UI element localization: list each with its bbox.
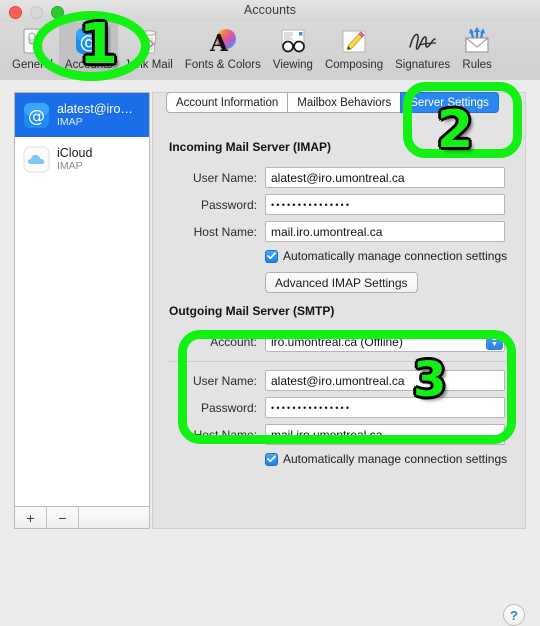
sidebar-footer-spacer: [79, 507, 149, 528]
outgoing-hostname-input[interactable]: mail.iro.umontreal.ca: [265, 424, 505, 445]
sidebar-account-icloud[interactable]: iCloud IMAP: [15, 137, 149, 181]
toolbar-item-composing[interactable]: Composing: [319, 22, 389, 77]
sidebar-account-type: IMAP: [57, 160, 83, 173]
toolbar-label-general: General: [12, 59, 53, 71]
add-account-button[interactable]: +: [15, 507, 47, 528]
preferences-toolbar: General @ Accounts Junk Mail A Fonts & C…: [0, 22, 540, 81]
incoming-password-label: Password:: [200, 197, 257, 212]
outgoing-auto-manage-checkbox[interactable]: Automatically manage connection settings: [265, 452, 507, 466]
outgoing-username-label: User Name:: [192, 373, 257, 388]
toolbar-label-junk-mail: Junk Mail: [124, 59, 173, 71]
sidebar-footer: + −: [14, 507, 150, 529]
incoming-auto-manage-checkbox[interactable]: Automatically manage connection settings: [265, 249, 507, 263]
sidebar-account-name: alatest@iro…: [57, 101, 133, 116]
chevron-updown-icon: ▲ ▼: [486, 333, 503, 350]
toolbar-label-composing: Composing: [324, 59, 384, 71]
outgoing-password-label: Password:: [200, 400, 257, 415]
incoming-hostname-label: Host Name:: [193, 224, 257, 239]
toolbar-item-signatures[interactable]: Signatures: [389, 22, 456, 77]
svg-text:@: @: [28, 106, 45, 126]
incoming-heading: Incoming Mail Server (IMAP): [169, 140, 332, 154]
outgoing-password-value: •••••••••••••••: [271, 402, 352, 413]
at-sign-account-icon: @: [74, 25, 104, 57]
svg-text:@: @: [79, 31, 98, 53]
incoming-username-label: User Name:: [192, 170, 257, 185]
pencil-composing-icon: [339, 25, 369, 57]
sidebar-account-alatest[interactable]: @ alatest@iro… IMAP: [15, 93, 149, 137]
signature-icon: [406, 25, 440, 57]
toolbar-item-rules[interactable]: Rules: [456, 22, 498, 77]
window-title: Accounts: [243, 3, 297, 17]
trash-junk-icon: [135, 25, 163, 57]
tab-account-information[interactable]: Account Information: [166, 92, 288, 113]
toolbar-label-accounts: Accounts: [64, 59, 113, 71]
font-colors-icon: A: [208, 25, 238, 57]
outgoing-hostname-label: Host Name:: [193, 427, 257, 442]
outgoing-account-label: Account:: [210, 334, 257, 349]
incoming-password-row: Password: •••••••••••••••: [169, 194, 513, 215]
toolbar-item-accounts[interactable]: @ Accounts: [58, 22, 119, 77]
outgoing-username-row: User Name: alatest@iro.umontreal.ca: [169, 370, 513, 391]
sidebar-account-name: iCloud: [57, 145, 93, 160]
sidebar-account-text: iCloud IMAP: [57, 146, 92, 172]
icloud-cloud-icon: [23, 145, 50, 173]
svg-text:A: A: [209, 30, 229, 56]
sidebar-account-type: IMAP: [57, 116, 83, 129]
account-settings-panel: Incoming Mail Server (IMAP) User Name: a…: [152, 92, 526, 529]
incoming-password-input[interactable]: •••••••••••••••: [265, 194, 505, 215]
incoming-auto-manage-label: Automatically manage connection settings: [283, 249, 508, 263]
mail-accounts-preferences-window: Accounts General @ Accounts Junk Mail A …: [0, 0, 540, 626]
remove-account-button[interactable]: −: [47, 507, 79, 528]
outgoing-password-row: Password: •••••••••••••••: [169, 397, 513, 418]
toolbar-item-junk-mail[interactable]: Junk Mail: [118, 22, 179, 77]
checkbox-checked-icon: [265, 249, 278, 263]
incoming-password-value: •••••••••••••••: [271, 199, 352, 210]
incoming-username-input[interactable]: alatest@iro.umontreal.ca: [265, 167, 505, 188]
outgoing-account-row: Account: iro.umontreal.ca (Offline) ▲ ▼: [169, 331, 513, 352]
checkbox-checked-icon: [265, 452, 278, 466]
accounts-sidebar: @ alatest@iro… IMAP iCloud IMAP: [14, 92, 150, 507]
toolbar-label-viewing: Viewing: [272, 59, 313, 71]
incoming-username-row: User Name: alatest@iro.umontreal.ca: [169, 167, 513, 188]
outgoing-divider: [169, 361, 513, 362]
outgoing-password-input[interactable]: •••••••••••••••: [265, 397, 505, 418]
preferences-content: @ alatest@iro… IMAP iCloud IMAP + − Inco…: [0, 80, 540, 626]
toolbar-label-fonts-colors: Fonts & Colors: [184, 59, 261, 71]
toolbar-item-general[interactable]: General: [6, 22, 59, 77]
outgoing-auto-manage-label: Automatically manage connection settings: [283, 452, 508, 466]
outgoing-account-select[interactable]: iro.umontreal.ca (Offline) ▲ ▼: [265, 331, 505, 352]
at-sign-account-icon: @: [23, 102, 50, 129]
incoming-hostname-input[interactable]: mail.iro.umontreal.ca: [265, 221, 505, 242]
advanced-imap-settings-button[interactable]: Advanced IMAP Settings: [265, 272, 418, 293]
toolbar-item-viewing[interactable]: Viewing: [267, 22, 319, 77]
toolbar-label-rules: Rules: [462, 59, 492, 71]
outgoing-hostname-row: Host Name: mail.iro.umontreal.ca: [169, 424, 513, 445]
envelope-rules-icon: [462, 25, 492, 57]
outgoing-account-value: iro.umontreal.ca (Offline): [271, 334, 403, 349]
incoming-hostname-row: Host Name: mail.iro.umontreal.ca: [169, 221, 513, 242]
title-bar: Accounts: [0, 0, 540, 23]
sidebar-account-text: alatest@iro… IMAP: [57, 102, 133, 128]
help-button[interactable]: ?: [503, 604, 525, 626]
toolbar-item-fonts-colors[interactable]: A Fonts & Colors: [179, 22, 267, 77]
outgoing-username-input[interactable]: alatest@iro.umontreal.ca: [265, 370, 505, 391]
toolbar-label-signatures: Signatures: [395, 59, 451, 71]
tab-mailbox-behaviors[interactable]: Mailbox Behaviors: [287, 92, 401, 113]
settings-tab-bar: Account Information Mailbox Behaviors Se…: [166, 92, 499, 113]
glasses-viewing-icon: [278, 25, 308, 57]
outgoing-heading: Outgoing Mail Server (SMTP): [169, 304, 335, 318]
general-switch-icon: [20, 25, 44, 57]
tab-server-settings[interactable]: Server Settings: [400, 92, 499, 113]
